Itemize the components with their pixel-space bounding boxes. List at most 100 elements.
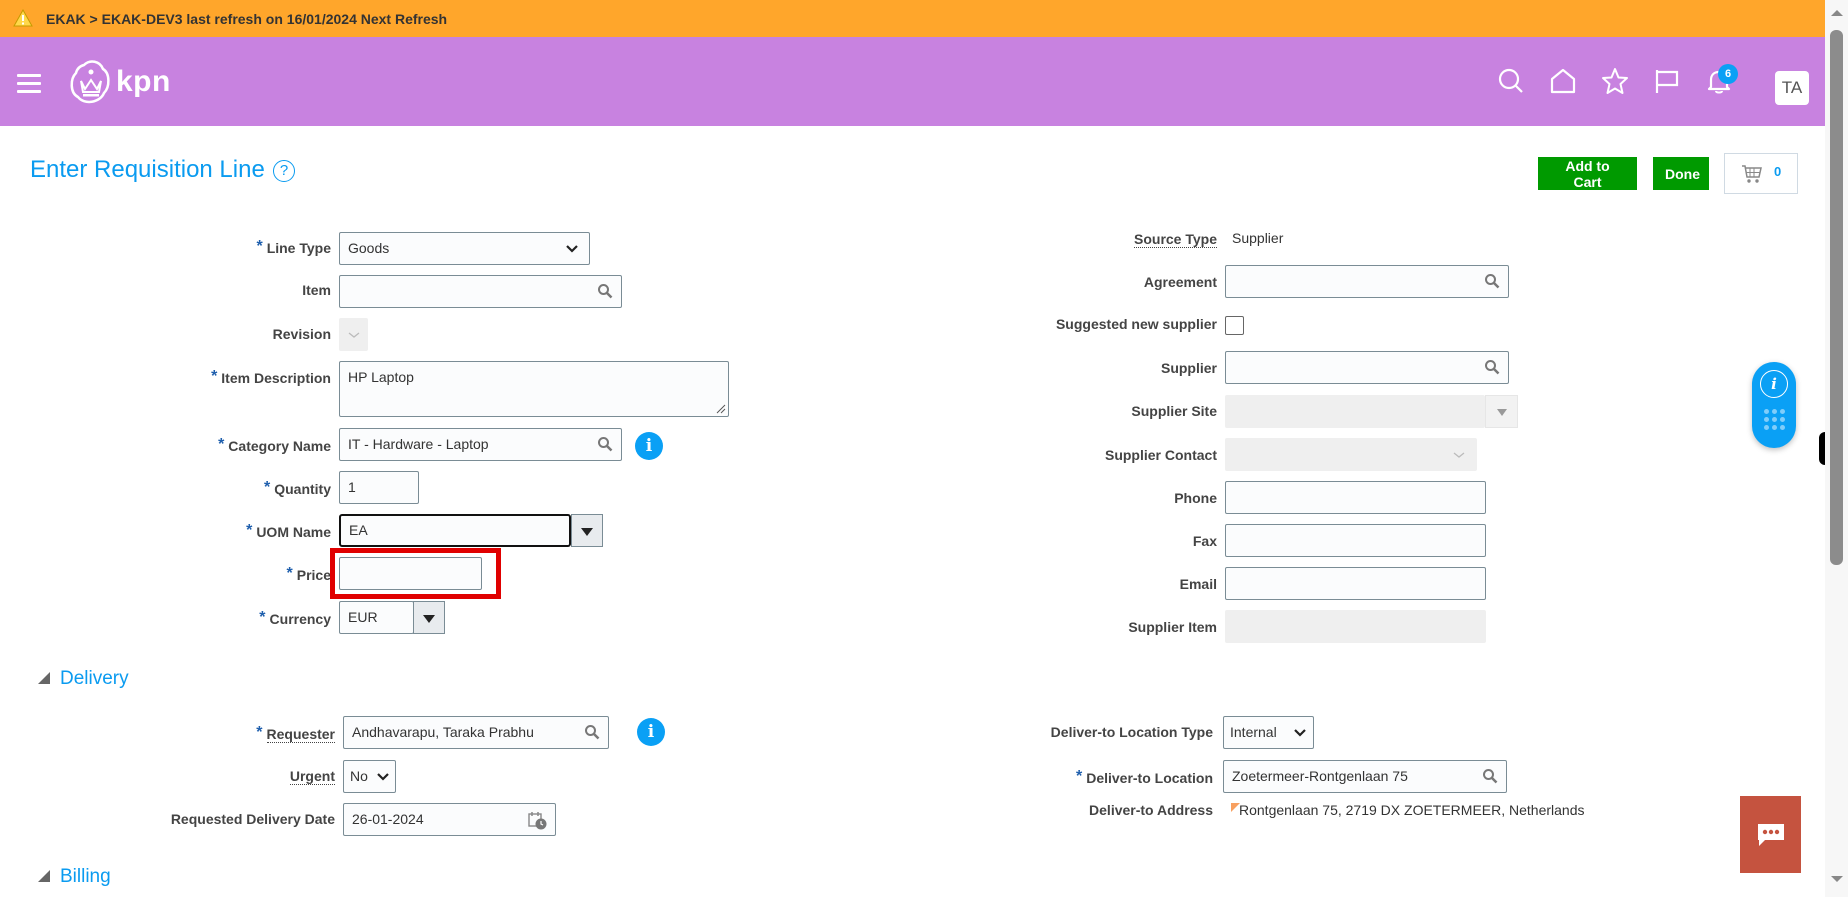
deliver-to-location-type-select[interactable]: Internal	[1223, 716, 1314, 749]
deliver-to-location-type-label: Deliver-to Location Type	[1050, 724, 1213, 740]
deliver-to-location-input[interactable]: Zoetermeer-Rontgenlaan 75	[1223, 760, 1507, 793]
billing-section-toggle[interactable]: Billing	[38, 866, 111, 888]
requested-delivery-date-input[interactable]: 26-01-2024	[343, 803, 556, 836]
favorites-star-icon[interactable]	[1601, 67, 1629, 95]
calendar-icon[interactable]	[528, 811, 548, 831]
quantity-value: 1	[348, 479, 356, 495]
urgent-value: No	[350, 768, 368, 784]
page-title: Enter Requisition Line	[30, 156, 265, 183]
keypad-dots-icon	[1764, 409, 1786, 430]
requested-delivery-date-value: 26-01-2024	[352, 811, 424, 827]
environment-banner-text: EKAK > EKAK-DEV3 last refresh on 16/01/2…	[46, 11, 448, 27]
price-label: * Price	[286, 565, 331, 583]
global-header: kpn 6 TA	[0, 37, 1825, 126]
deliver-to-location-label: * Deliver-to Location	[1075, 768, 1213, 786]
menu-icon[interactable]	[17, 74, 41, 93]
category-name-label: * Category Name	[218, 436, 331, 454]
supplier-site-label: Supplier Site	[1131, 403, 1217, 419]
deliver-to-location-value: Zoetermeer-Rontgenlaan 75	[1232, 768, 1408, 784]
suggested-new-supplier-checkbox[interactable]	[1225, 316, 1244, 335]
item-description-textarea[interactable]: HP Laptop	[339, 361, 729, 417]
item-label: Item	[302, 282, 331, 298]
chat-bubble-icon	[1758, 824, 1784, 846]
deliver-to-address-label: Deliver-to Address	[1089, 802, 1213, 818]
collapse-triangle-icon	[38, 672, 50, 684]
notification-count-badge[interactable]: 6	[1718, 64, 1738, 84]
revision-label: Revision	[272, 326, 331, 342]
environment-banner: EKAK > EKAK-DEV3 last refresh on 16/01/2…	[0, 0, 1825, 37]
agreement-input[interactable]	[1225, 265, 1509, 298]
supplier-contact-label: Supplier Contact	[1104, 447, 1217, 463]
urgent-label: Urgent	[289, 768, 335, 785]
chevron-down-icon	[1453, 452, 1465, 458]
dropdown-arrow-icon	[423, 614, 435, 623]
warning-icon	[13, 9, 33, 27]
category-name-input[interactable]: IT - Hardware - Laptop	[339, 428, 622, 461]
search-icon[interactable]	[1484, 359, 1500, 375]
delivery-section-toggle[interactable]: Delivery	[38, 668, 129, 690]
shopping-cart-button[interactable]: 0	[1724, 153, 1798, 194]
billing-section-title: Billing	[60, 866, 111, 887]
supplier-item-label: Supplier Item	[1128, 619, 1217, 635]
supplier-site-input	[1225, 395, 1485, 428]
search-icon[interactable]	[597, 283, 613, 299]
currency-dropdown-button[interactable]	[413, 601, 445, 634]
currency-value: EUR	[348, 609, 378, 625]
currency-label: * Currency	[259, 609, 331, 627]
home-icon[interactable]	[1549, 67, 1577, 95]
uom-dropdown-button[interactable]	[571, 514, 603, 547]
chevron-down-icon	[566, 245, 578, 253]
deliver-to-address-value: Rontgenlaan 75, 2719 DX ZOETERMEER, Neth…	[1239, 802, 1585, 818]
urgent-select[interactable]: No	[343, 760, 396, 793]
phone-label: Phone	[1174, 490, 1217, 506]
uom-name-value: EA	[349, 522, 368, 538]
fax-input[interactable]	[1225, 524, 1486, 557]
requester-info-icon[interactable]: i	[637, 718, 665, 746]
done-button[interactable]: Done	[1653, 157, 1709, 190]
scrollbar-thumb[interactable]	[1830, 30, 1843, 565]
search-icon[interactable]	[1482, 768, 1498, 784]
email-input[interactable]	[1225, 567, 1486, 600]
flag-icon[interactable]	[1653, 67, 1681, 95]
quantity-input[interactable]: 1	[339, 471, 419, 504]
resize-handle-icon[interactable]	[716, 404, 726, 414]
line-type-select[interactable]: Goods	[339, 232, 590, 265]
shopping-cart-icon	[1742, 165, 1762, 183]
revision-select	[339, 318, 368, 351]
supplier-label: Supplier	[1160, 360, 1217, 376]
category-name-value: IT - Hardware - Laptop	[348, 436, 489, 452]
search-icon[interactable]	[597, 436, 613, 452]
help-widget[interactable]: i	[1752, 362, 1796, 448]
category-info-icon[interactable]: i	[635, 432, 663, 460]
add-to-cart-button[interactable]: Add to Cart	[1538, 157, 1637, 190]
user-avatar[interactable]: TA	[1775, 71, 1809, 105]
item-description-label: * Item Description	[211, 368, 331, 386]
kpn-logo[interactable]: kpn	[70, 59, 171, 105]
search-icon[interactable]	[1484, 273, 1500, 289]
item-input[interactable]	[339, 275, 622, 308]
dropdown-arrow-icon	[581, 527, 593, 536]
supplier-site-dropdown-button	[1485, 395, 1518, 428]
help-icon[interactable]: ?	[273, 160, 295, 182]
search-icon[interactable]	[1497, 67, 1525, 95]
chevron-down-icon	[348, 332, 360, 338]
kpn-crown-icon	[70, 60, 110, 104]
chat-button[interactable]	[1740, 796, 1801, 873]
phone-input[interactable]	[1225, 481, 1486, 514]
chevron-down-icon	[377, 773, 389, 781]
page-scrollbar[interactable]	[1825, 0, 1848, 897]
requester-input[interactable]: Andhavarapu, Taraka Prabhu	[343, 716, 609, 749]
search-icon[interactable]	[584, 724, 600, 740]
dropdown-arrow-icon	[1496, 408, 1507, 416]
supplier-contact-select	[1225, 438, 1477, 471]
chevron-down-icon	[1294, 729, 1306, 737]
deliver-to-location-type-value: Internal	[1230, 724, 1277, 740]
agreement-label: Agreement	[1143, 274, 1217, 290]
collapse-triangle-icon	[38, 870, 50, 882]
scroll-up-arrow-icon[interactable]	[1831, 10, 1843, 16]
uom-name-input[interactable]: EA	[339, 514, 571, 547]
scroll-down-arrow-icon[interactable]	[1831, 876, 1843, 882]
supplier-input[interactable]	[1225, 351, 1509, 384]
currency-input[interactable]: EUR	[339, 601, 414, 634]
uom-name-label: * UOM Name	[246, 522, 331, 540]
